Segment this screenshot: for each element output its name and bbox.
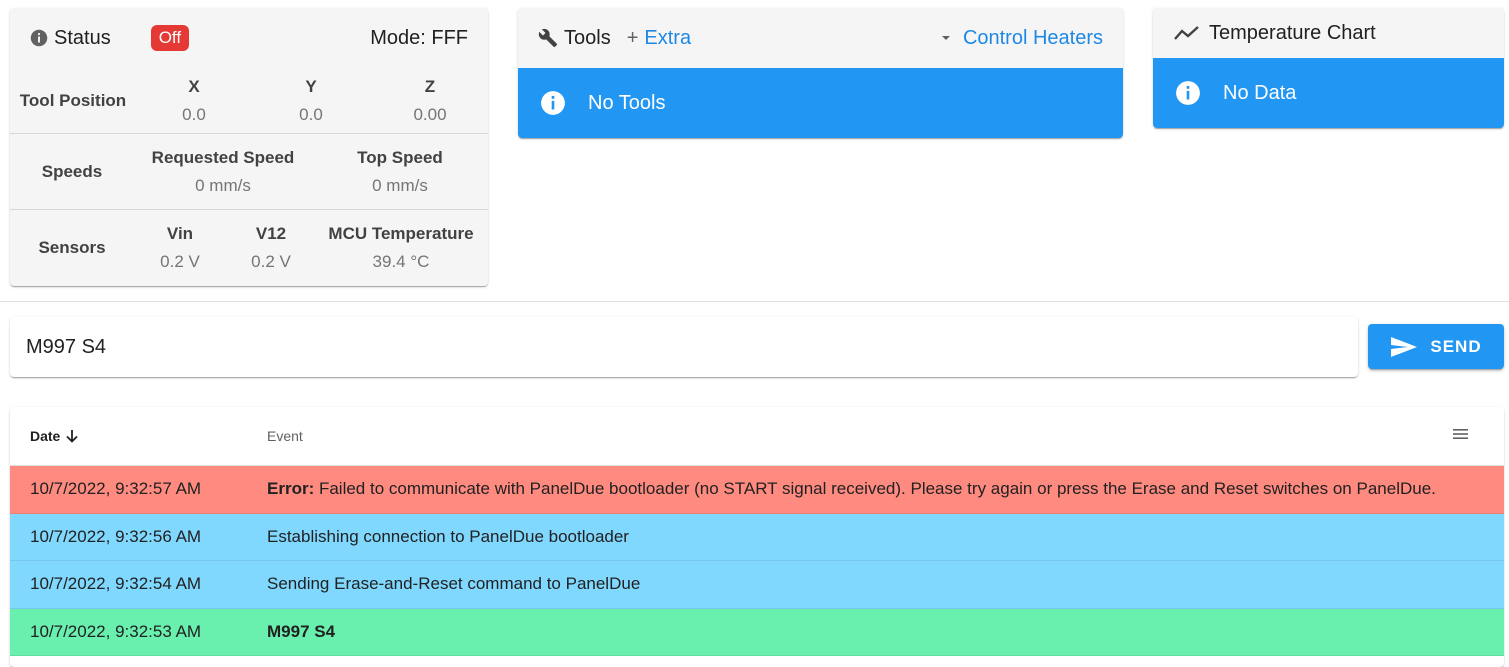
info-icon <box>1175 80 1201 106</box>
send-button[interactable]: SEND <box>1368 324 1504 369</box>
tools-header: Tools + Extra Control Heaters <box>518 8 1123 68</box>
caret-down-icon <box>941 33 951 43</box>
tool-position-row: Tool Position X 0.0 Y 0.0 Z 0.00 <box>10 70 488 132</box>
control-heaters-button[interactable]: Control Heaters <box>941 27 1103 50</box>
event-text: M997 S4 <box>267 621 336 641</box>
status-header: Status Off Mode: FFF <box>10 8 488 68</box>
requested-speed: Requested Speed 0 mm/s <box>151 148 295 195</box>
machine-mode: Mode: FFF <box>370 26 468 49</box>
tools-panel: Tools + Extra Control Heaters No Tools <box>518 8 1123 138</box>
status-badge: Off <box>150 25 190 51</box>
event-date: 10/7/2022, 9:32:53 AM <box>30 621 202 641</box>
axis-y: Y 0.0 <box>299 77 323 124</box>
wrench-icon <box>538 28 558 48</box>
temperature-chart-title: Temperature Chart <box>1209 21 1376 44</box>
menu-icon[interactable] <box>1452 427 1470 444</box>
event-date: 10/7/2022, 9:32:54 AM <box>30 574 202 594</box>
info-circle-icon <box>30 29 48 47</box>
command-input[interactable] <box>26 335 1358 359</box>
sensors-row: Sensors Vin 0.2 V V12 0.2 V MCU Temperat… <box>10 212 488 284</box>
table-row: 10/7/2022, 9:32:53 AM M997 S4 <box>10 608 1504 656</box>
tools-title: Tools <box>564 26 611 49</box>
command-input-box <box>10 317 1358 377</box>
sensors-label: Sensors <box>38 238 106 257</box>
table-row: 10/7/2022, 9:32:57 AM Error: Failed to c… <box>10 466 1504 514</box>
axis-z: Z 0.00 <box>413 77 447 124</box>
sensor-mcu-temperature: MCU Temperature 39.4 °C <box>328 224 474 271</box>
date-column-header[interactable]: Date <box>30 428 80 444</box>
extra-label: Extra <box>644 26 692 49</box>
plus-icon: + <box>626 26 639 49</box>
status-title: Status <box>54 26 111 49</box>
temperature-chart-panel: Temperature Chart No Data <box>1153 8 1504 128</box>
sensor-v12: V12 0.2 V <box>251 224 291 271</box>
section-divider <box>0 301 1509 302</box>
extra-button[interactable]: + Extra <box>627 27 691 50</box>
speeds-label: Speeds <box>41 162 103 181</box>
no-data-text: No Data <box>1223 81 1297 104</box>
info-icon <box>540 90 566 116</box>
event-text: Error: Failed to communicate with PanelD… <box>267 479 1436 499</box>
top-speed: Top Speed 0 mm/s <box>357 148 443 195</box>
event-date: 10/7/2022, 9:32:56 AM <box>30 526 202 546</box>
sensor-vin: Vin 0.2 V <box>160 224 200 271</box>
axis-x: X 0.0 <box>182 77 206 124</box>
tool-position-label: Tool Position <box>19 91 127 110</box>
no-tools-text: No Tools <box>588 91 666 114</box>
divider <box>10 133 488 134</box>
status-panel: Status Off Mode: FFF Tool Position X 0.0… <box>10 8 488 286</box>
event-column-header[interactable]: Event <box>267 428 303 444</box>
no-data-alert: No Data <box>1153 58 1504 128</box>
arrow-down-icon <box>64 428 80 444</box>
events-table: Date Event 10/7/2022, 9:32:57 AM Error: … <box>10 407 1504 667</box>
table-row: 10/7/2022, 9:32:56 AM Establishing conne… <box>10 513 1504 561</box>
event-text: Establishing connection to PanelDue boot… <box>267 526 629 546</box>
send-label: SEND <box>1430 336 1482 356</box>
temperature-chart-header: Temperature Chart <box>1153 8 1504 58</box>
table-row: 10/7/2022, 9:32:54 AM Sending Erase-and-… <box>10 561 1504 609</box>
chart-line-icon <box>1173 24 1201 42</box>
event-text: Sending Erase-and-Reset command to Panel… <box>267 574 641 594</box>
no-tools-alert: No Tools <box>518 68 1123 138</box>
send-icon <box>1390 335 1418 359</box>
control-heaters-label: Control Heaters <box>962 26 1103 49</box>
divider <box>10 209 488 210</box>
event-date: 10/7/2022, 9:32:57 AM <box>30 479 202 499</box>
speeds-row: Speeds Requested Speed 0 mm/s Top Speed … <box>10 136 488 208</box>
table-header: Date Event <box>10 407 1504 466</box>
